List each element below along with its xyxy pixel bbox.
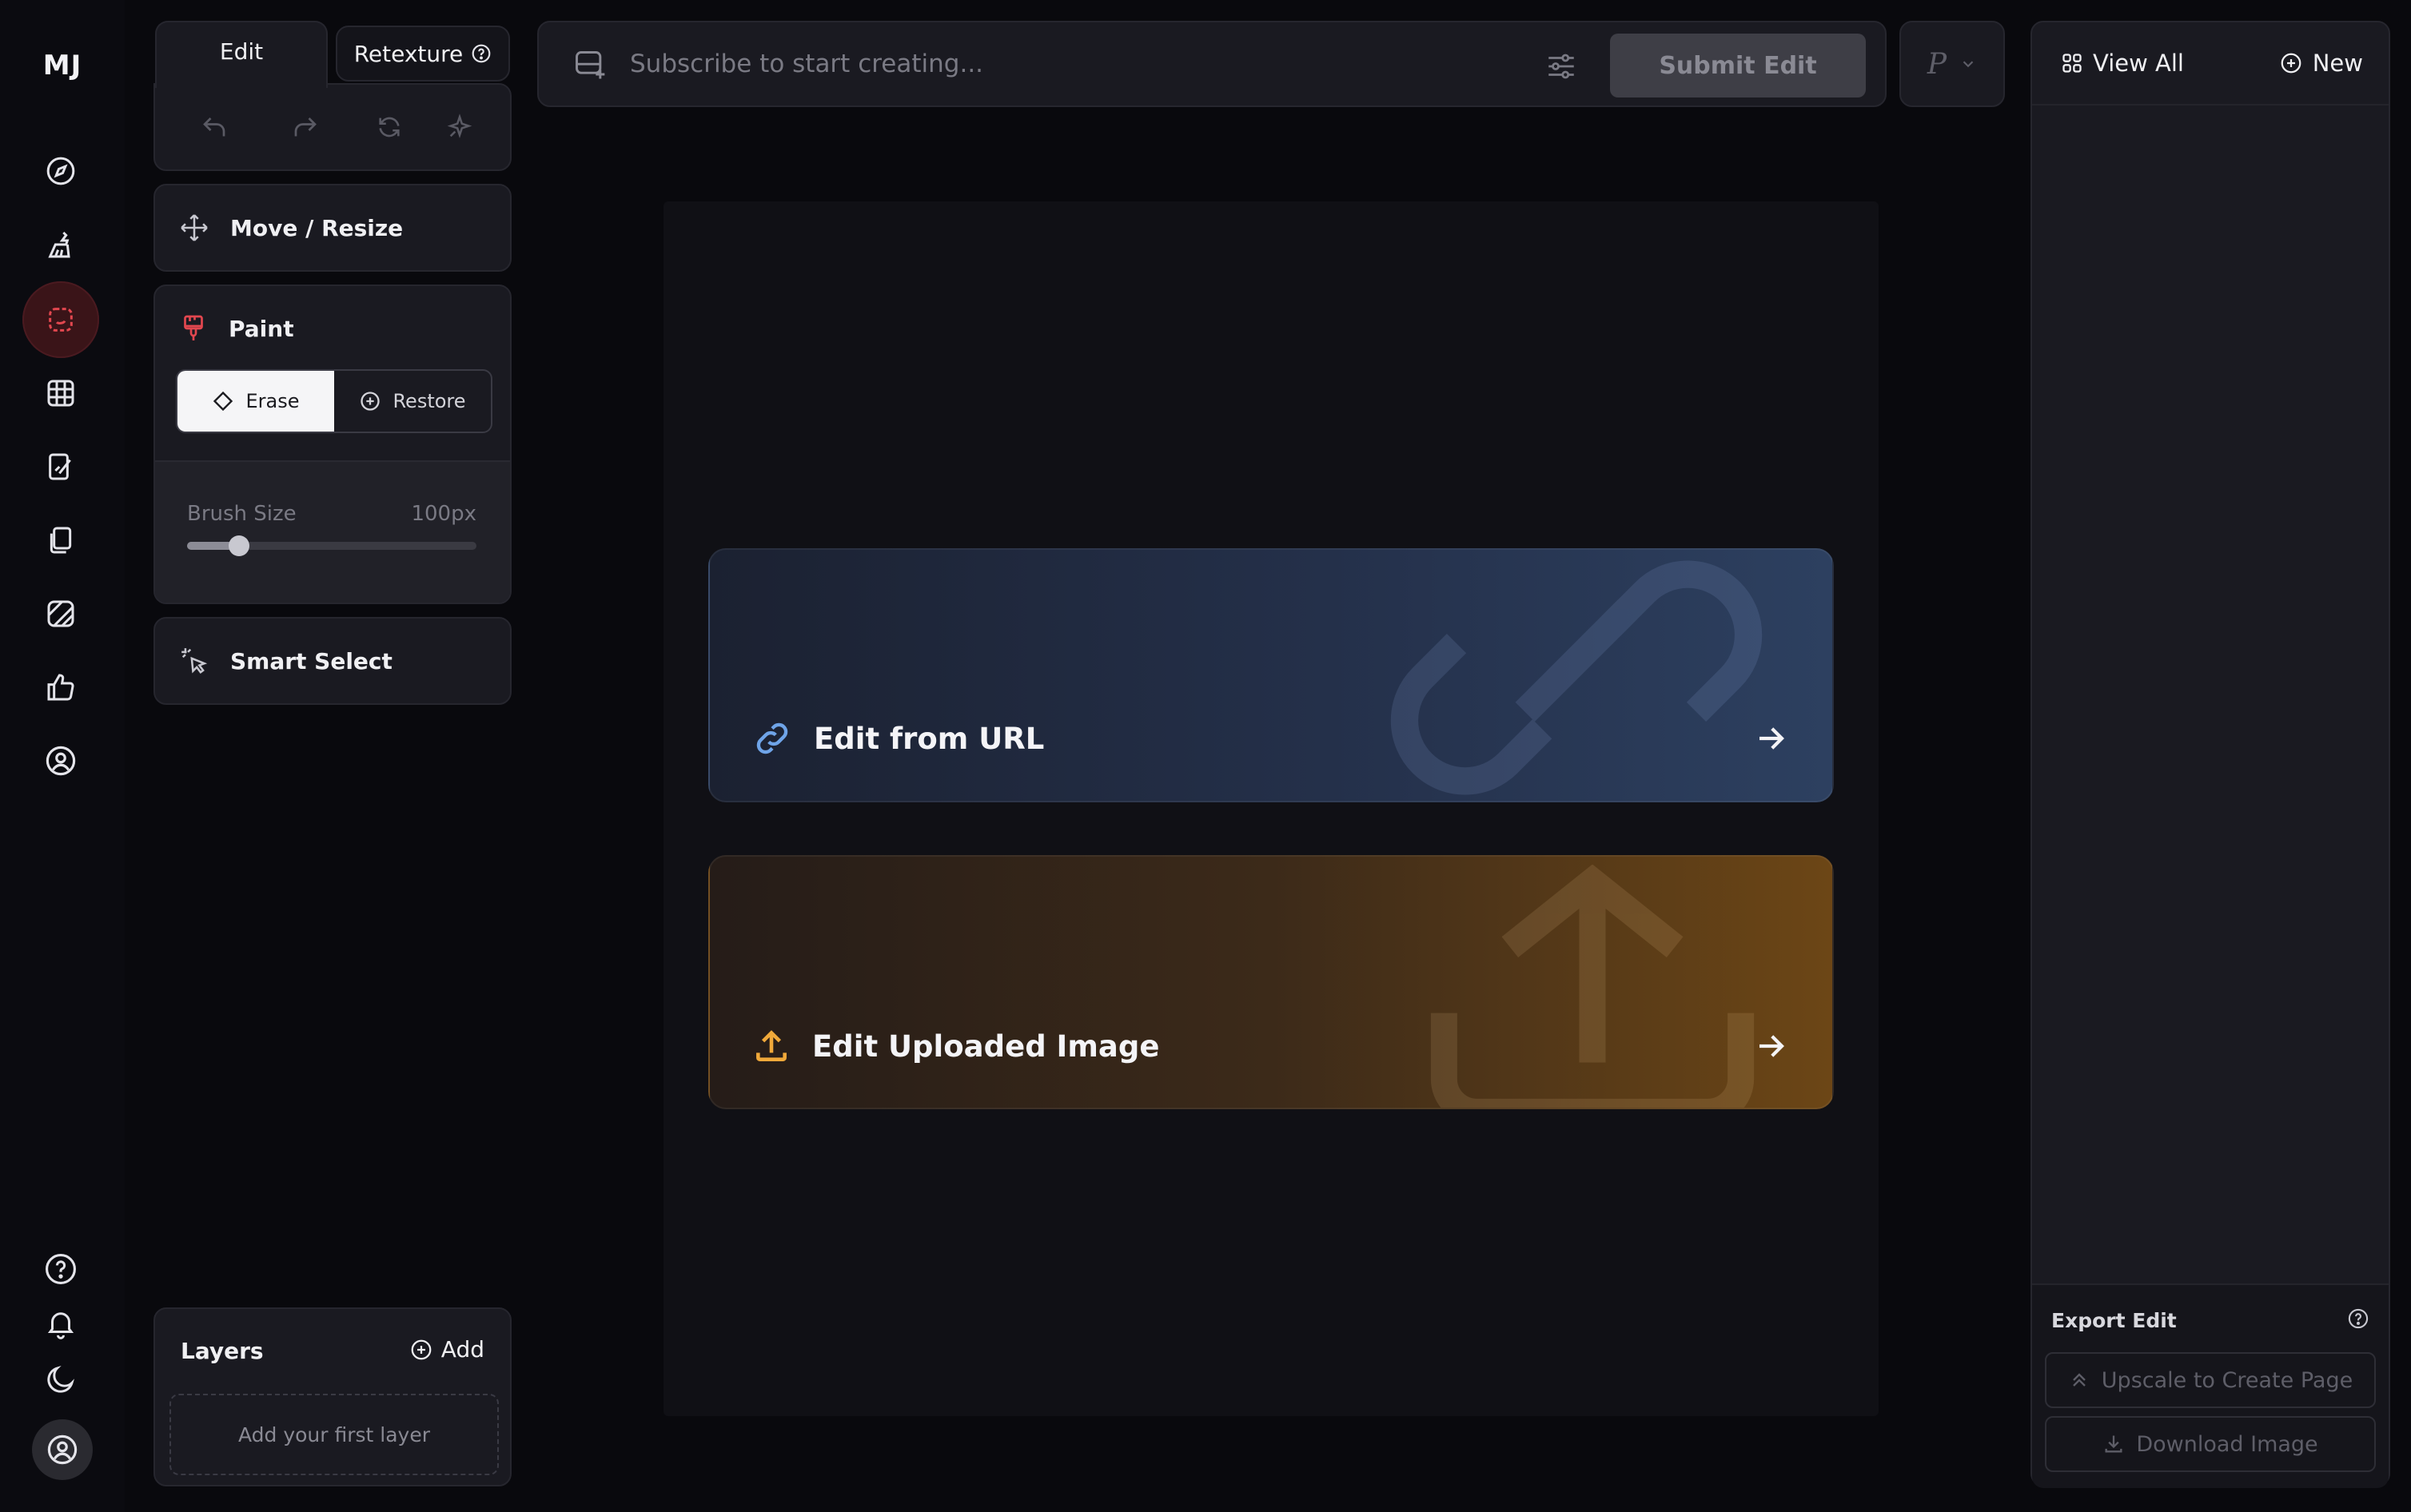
link-icon	[1353, 558, 1800, 798]
redo-icon[interactable]	[291, 113, 320, 142]
smart-select-tool[interactable]: Smart Select	[153, 617, 512, 705]
download-icon	[2102, 1433, 2125, 1455]
version-label: P	[1927, 47, 1947, 81]
nav-rail: MJ	[0, 0, 125, 1512]
download-label: Download Image	[2136, 1431, 2318, 1457]
brush-size-section: Brush Size 100px	[155, 460, 510, 603]
link-icon	[751, 718, 793, 759]
arrow-right-icon	[1754, 1029, 1787, 1063]
erase-label: Erase	[245, 390, 300, 412]
account-icon[interactable]	[22, 722, 99, 799]
new-button[interactable]: New	[2279, 50, 2363, 77]
add-first-layer-label: Add your first layer	[237, 1422, 431, 1446]
smart-select-icon	[179, 646, 209, 676]
smart-select-label: Smart Select	[230, 647, 393, 674]
erase-button[interactable]: Erase	[177, 371, 334, 432]
eraser-icon	[212, 390, 234, 412]
brush-size-slider[interactable]	[187, 535, 476, 556]
layers-title: Layers	[181, 1338, 264, 1364]
brush-size-value: 100px	[411, 502, 476, 526]
view-all-label: View All	[2093, 50, 2184, 77]
brush-size-label: Brush Size	[187, 502, 297, 526]
image-prompt-icon[interactable]	[572, 48, 608, 83]
download-image-button[interactable]: Download Image	[2045, 1416, 2376, 1472]
edit-uploaded-image-card[interactable]: Edit Uploaded Image	[708, 855, 1834, 1109]
create-icon[interactable]	[22, 206, 99, 283]
plus-circle-icon	[409, 1338, 433, 1362]
prompt-input[interactable]	[628, 43, 1508, 85]
paint-label: Paint	[229, 315, 294, 342]
grid-icon	[2061, 52, 2083, 74]
restore-button[interactable]: Restore	[334, 371, 491, 432]
history-panel-header: View All New	[2032, 22, 2389, 105]
paint-mode-toggle: Erase Restore	[176, 369, 492, 433]
edit-from-url-label: Edit from URL	[814, 721, 1045, 756]
move-resize-label: Move / Resize	[230, 214, 404, 241]
organize-icon[interactable]	[22, 355, 99, 432]
plus-circle-icon	[2279, 51, 2303, 75]
new-label: New	[2312, 50, 2363, 77]
tab-retexture-label: Retexture	[353, 40, 464, 67]
version-selector[interactable]: P	[1899, 21, 2005, 107]
plus-circle-icon	[359, 390, 381, 412]
tab-edit[interactable]: Edit	[155, 21, 328, 88]
brush-size-thumb[interactable]	[229, 535, 250, 556]
history-panel: View All New Export Edit Upscale to Crea…	[2030, 21, 2390, 1488]
settings-sliders-icon[interactable]	[1544, 50, 1578, 83]
edit-canvas: Edit from URL Edit Uploaded Image	[664, 201, 1879, 1416]
help-icon[interactable]	[471, 43, 492, 64]
sparkle-icon[interactable]	[446, 113, 473, 141]
export-section: Export Edit Upscale to Create Page Downl…	[2032, 1283, 2389, 1488]
profile-avatar[interactable]	[32, 1419, 93, 1480]
view-all-button[interactable]: View All	[2061, 50, 2184, 77]
upscale-button[interactable]: Upscale to Create Page	[2045, 1352, 2376, 1408]
refresh-icon[interactable]	[376, 113, 403, 141]
personalize-icon[interactable]	[22, 428, 99, 505]
explore-icon[interactable]	[22, 133, 99, 209]
undo-icon[interactable]	[200, 113, 229, 142]
dark-mode-icon[interactable]	[22, 1341, 99, 1418]
add-layer-label: Add	[440, 1336, 484, 1363]
move-resize-tool[interactable]: Move / Resize	[153, 184, 512, 272]
add-first-layer[interactable]: Add your first layer	[169, 1394, 499, 1475]
history-toolbar	[153, 83, 512, 171]
arrow-right-icon	[1754, 722, 1787, 755]
prompt-bar: Submit Edit	[537, 21, 1887, 107]
layers-panel: Layers Add Add your first layer	[153, 1307, 512, 1486]
paint-brush-icon	[179, 313, 208, 344]
chevron-down-icon	[1959, 55, 1977, 73]
add-layer-button[interactable]: Add	[409, 1336, 484, 1363]
paint-tool[interactable]: Paint Erase Restore Brush Size 100px	[153, 284, 512, 604]
export-title: Export Edit	[2051, 1309, 2177, 1332]
edit-uploaded-image-label: Edit Uploaded Image	[812, 1029, 1160, 1064]
tab-retexture[interactable]: Retexture	[336, 26, 510, 82]
chevrons-up-icon	[2068, 1369, 2090, 1391]
edit-icon[interactable]	[22, 281, 99, 358]
move-icon	[179, 213, 209, 243]
upload-icon	[1385, 865, 1800, 1108]
tab-edit-label: Edit	[219, 38, 264, 65]
upscale-label: Upscale to Create Page	[2101, 1367, 2353, 1393]
moodboards-icon[interactable]	[22, 502, 99, 579]
submit-edit-button[interactable]: Submit Edit	[1610, 34, 1866, 97]
help-icon[interactable]	[2347, 1307, 2369, 1330]
rate-icon[interactable]	[22, 649, 99, 726]
upload-icon	[751, 1026, 791, 1066]
edit-from-url-card[interactable]: Edit from URL	[708, 548, 1834, 802]
restore-label: Restore	[393, 390, 466, 412]
logo[interactable]: MJ	[0, 50, 125, 82]
styles-icon[interactable]	[22, 575, 99, 652]
